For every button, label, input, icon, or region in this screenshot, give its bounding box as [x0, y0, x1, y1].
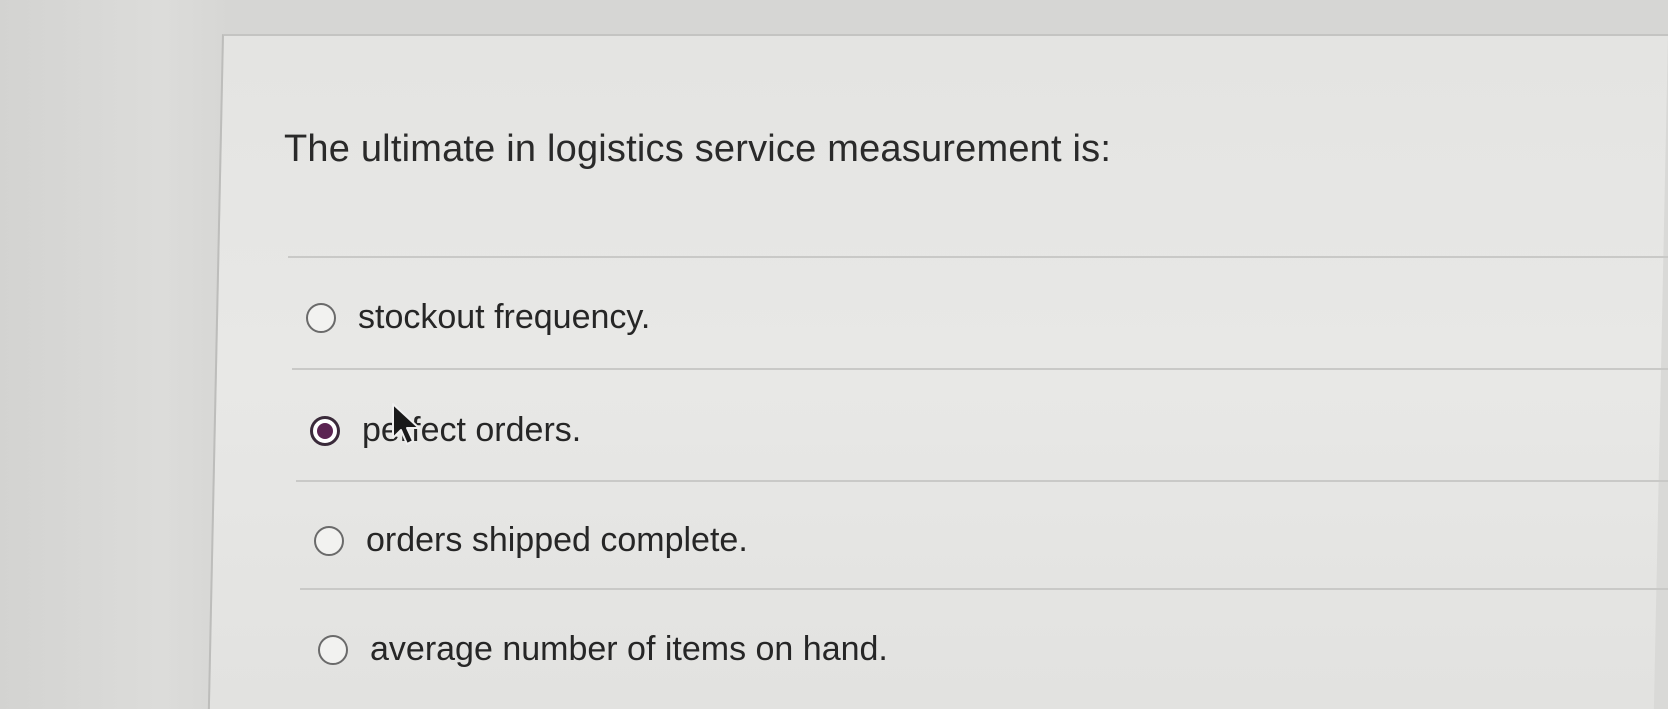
- question-text: The ultimate in logistics service measur…: [284, 128, 1112, 170]
- option-orders-shipped-complete[interactable]: orders shipped complete.: [314, 521, 748, 560]
- radio-button-unselected[interactable]: [306, 302, 336, 333]
- left-gutter: [0, 0, 232, 709]
- top-strip: [0, 0, 1668, 34]
- divider: [292, 368, 1668, 370]
- option-perfect-orders[interactable]: perfect orders.: [310, 411, 581, 450]
- divider-top: [288, 256, 1668, 258]
- option-label: average number of items on hand.: [370, 630, 888, 668]
- option-average-items-on-hand[interactable]: average number of items on hand.: [318, 630, 888, 669]
- divider: [300, 588, 1668, 590]
- radio-button-unselected[interactable]: [314, 525, 344, 556]
- radio-button-selected[interactable]: [310, 415, 340, 446]
- mouse-pointer-icon: [392, 403, 420, 445]
- option-label: stockout frequency.: [358, 298, 651, 336]
- radio-selected-dot: [317, 422, 333, 439]
- option-stockout-frequency[interactable]: stockout frequency.: [306, 298, 650, 337]
- divider: [296, 480, 1668, 482]
- option-label: orders shipped complete.: [366, 521, 748, 559]
- radio-button-unselected[interactable]: [318, 634, 348, 665]
